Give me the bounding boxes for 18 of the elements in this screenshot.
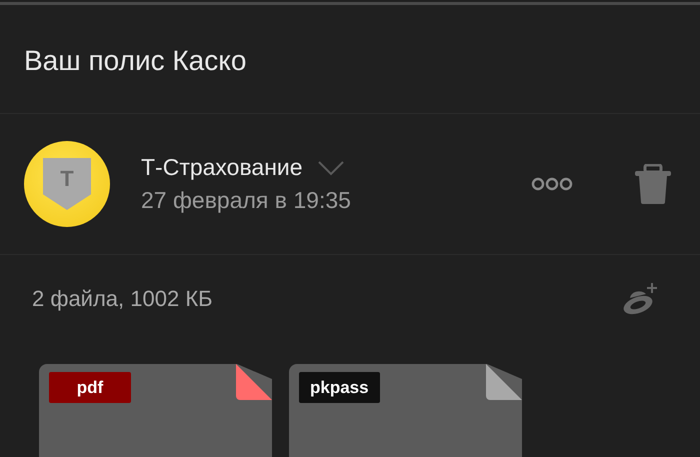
trash-icon: [635, 164, 671, 204]
more-icon: [531, 177, 573, 191]
save-to-disk-button[interactable]: [622, 281, 660, 317]
delete-button[interactable]: [635, 164, 671, 204]
more-button[interactable]: [531, 177, 573, 191]
file-card[interactable]: pdf: [39, 364, 272, 457]
mail-date: 27 февраля в 19:35: [141, 187, 352, 214]
attachments-summary: 2 файла, 1002 КБ: [32, 286, 213, 312]
mail-subject: Ваш полис Каско: [23, 44, 248, 78]
file-card[interactable]: pkpass: [289, 364, 522, 457]
file-type-label: pkpass: [299, 372, 380, 403]
disk-plus-icon: [622, 281, 660, 317]
page-corner-icon: [486, 364, 522, 400]
expand-button[interactable]: [316, 160, 345, 176]
file-type-label: pdf: [49, 372, 131, 403]
page-corner-icon: [236, 364, 272, 400]
shield-logo: Т: [43, 158, 91, 210]
sender-name: Т-Страхование: [141, 154, 303, 181]
